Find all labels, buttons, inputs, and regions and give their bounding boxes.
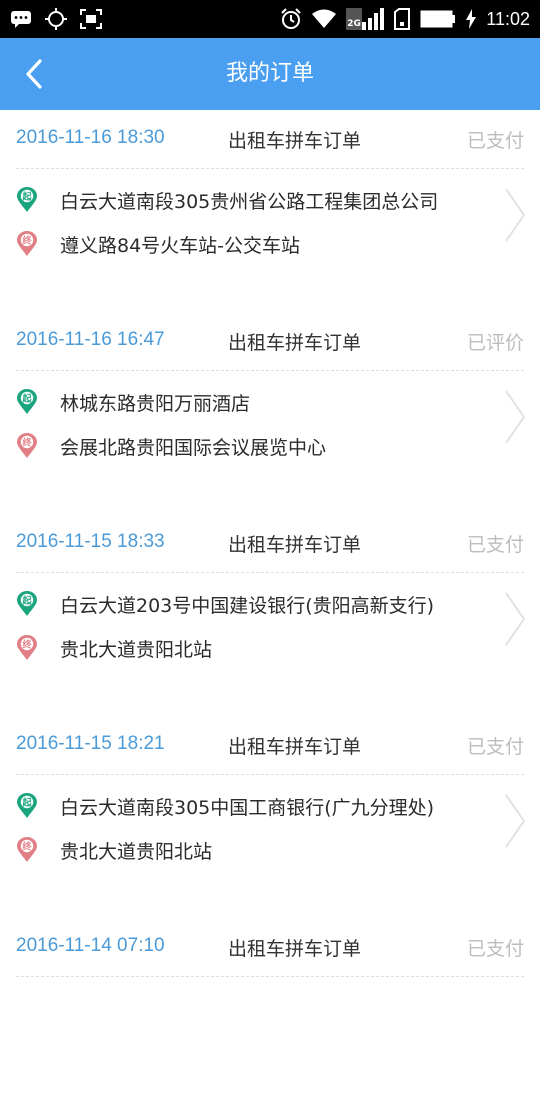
- order-time: 2016-11-14 07:10: [16, 935, 165, 956]
- order-status: 已支付: [466, 938, 524, 960]
- start-location-row: 起 林城东路贵阳万丽酒店: [16, 387, 250, 417]
- end-location-row: 终 遵义路84号火车站-公交车站: [16, 229, 300, 259]
- chevron-right-icon: [505, 390, 526, 444]
- start-badge-text: 起: [21, 190, 32, 202]
- page-title: 我的订单: [225, 61, 314, 86]
- app-header: 我的订单: [0, 38, 540, 110]
- end-address: 贵北大道贵阳北站: [60, 638, 213, 661]
- screenshot-icon: [80, 9, 102, 29]
- order-card: 2016-11-16 16:47 出租车拼车订单 已评价 起 林城东路贵阳万丽酒…: [0, 312, 540, 514]
- order-time: 2016-11-16 18:30: [16, 127, 165, 148]
- order-status: 已支付: [466, 736, 524, 758]
- battery-icon: [420, 10, 456, 28]
- end-location-row: 终 贵北大道贵阳北站: [16, 835, 212, 865]
- order-header: 2016-11-16 18:30 出租车拼车订单 已支付: [16, 110, 524, 169]
- order-card: 2016-11-16 18:30 出租车拼车订单 已支付 起 白云大道南段305…: [0, 110, 540, 312]
- order-status: 已支付: [466, 130, 524, 152]
- network-type-label: 2G: [347, 19, 361, 29]
- start-pin-icon: 起: [17, 591, 37, 616]
- wifi-icon: [312, 9, 337, 28]
- start-badge-text: 起: [21, 392, 32, 404]
- status-bar-left: [10, 7, 102, 31]
- order-header: 2016-11-15 18:33 出租车拼车订单 已支付: [16, 514, 524, 573]
- alarm-icon: [281, 8, 301, 29]
- end-badge-text: 终: [21, 840, 32, 852]
- order-route-detail[interactable]: 起 白云大道南段305贵州省公路工程集团总公司 终 遵义路84号火车站-公交车站: [0, 169, 540, 287]
- end-badge-text: 终: [21, 234, 32, 246]
- start-address: 白云大道南段305中国工商银行(广九分理处): [60, 796, 435, 819]
- order-header: 2016-11-15 18:21 出租车拼车订单 已支付: [16, 716, 524, 775]
- order-header: 2016-11-14 07:10 出租车拼车订单 已支付: [16, 918, 524, 977]
- order-card: 2016-11-15 18:21 出租车拼车订单 已支付 起 白云大道南段305…: [0, 716, 540, 918]
- chevron-right-icon: [505, 592, 526, 646]
- gps-icon: [45, 8, 67, 30]
- charging-icon: [466, 9, 477, 29]
- end-pin-icon: 终: [17, 433, 37, 458]
- order-list: 2016-11-16 18:30 出租车拼车订单 已支付 起 白云大道南段305…: [0, 110, 540, 1120]
- start-pin-icon: 起: [17, 389, 37, 414]
- chevron-right-icon: [505, 794, 526, 848]
- order-type: 出租车拼车订单: [228, 736, 362, 758]
- order-card: 2016-11-14 07:10 出租车拼车订单 已支付: [0, 918, 540, 1120]
- order-route-detail[interactable]: 起 白云大道南段305中国工商银行(广九分理处) 终 贵北大道贵阳北站: [0, 775, 540, 893]
- message-icon: [11, 11, 31, 28]
- clock-time: 11:02: [486, 8, 530, 29]
- order-time: 2016-11-15 18:33: [16, 531, 165, 552]
- order-status: 已支付: [466, 534, 524, 556]
- order-time: 2016-11-16 16:47: [16, 329, 165, 350]
- order-card: 2016-11-15 18:33 出租车拼车订单 已支付 起 白云大道203号中…: [0, 514, 540, 716]
- order-route-detail[interactable]: 起 白云大道203号中国建设银行(贵阳高新支行) 终 贵北大道贵阳北站: [0, 573, 540, 691]
- signal-indicator: 2G: [346, 8, 385, 30]
- end-badge-text: 终: [21, 638, 32, 650]
- order-time: 2016-11-15 18:21: [16, 733, 165, 754]
- order-type: 出租车拼车订单: [228, 938, 362, 960]
- end-location-row: 终 贵北大道贵阳北站: [16, 633, 212, 663]
- start-location-row: 起 白云大道南段305贵州省公路工程集团总公司: [16, 185, 438, 215]
- order-route-detail[interactable]: 起 林城东路贵阳万丽酒店 终 会展北路贵阳国际会议展览中心: [0, 371, 540, 489]
- start-address: 白云大道203号中国建设银行(贵阳高新支行): [60, 594, 435, 617]
- order-type: 出租车拼车订单: [228, 332, 362, 354]
- order-type: 出租车拼车订单: [228, 130, 362, 152]
- order-header: 2016-11-16 16:47 出租车拼车订单 已评价: [16, 312, 524, 371]
- end-pin-icon: 终: [17, 231, 37, 256]
- start-address: 白云大道南段305贵州省公路工程集团总公司: [60, 190, 439, 213]
- start-location-row: 起 白云大道南段305中国工商银行(广九分理处): [16, 791, 434, 821]
- start-address: 林城东路贵阳万丽酒店: [60, 392, 251, 415]
- end-pin-icon: 终: [17, 837, 37, 862]
- end-address: 贵北大道贵阳北站: [60, 840, 213, 863]
- end-address: 会展北路贵阳国际会议展览中心: [60, 436, 327, 459]
- start-badge-text: 起: [21, 594, 32, 606]
- end-location-row: 终 会展北路贵阳国际会议展览中心: [16, 431, 326, 461]
- start-pin-icon: 起: [17, 793, 37, 818]
- end-badge-text: 终: [21, 436, 32, 448]
- order-status: 已评价: [466, 332, 524, 354]
- order-type: 出租车拼车订单: [228, 534, 362, 556]
- status-bar-right: 2G 11:02: [280, 7, 530, 31]
- end-address: 遵义路84号火车站-公交车站: [60, 234, 301, 257]
- start-badge-text: 起: [21, 796, 32, 808]
- chevron-right-icon: [505, 188, 526, 242]
- end-pin-icon: 终: [17, 635, 37, 660]
- sim-icon: [394, 8, 411, 30]
- status-bar: 2G 11:02: [0, 0, 540, 38]
- start-pin-icon: 起: [17, 187, 37, 212]
- start-location-row: 起 白云大道203号中国建设银行(贵阳高新支行): [16, 589, 434, 619]
